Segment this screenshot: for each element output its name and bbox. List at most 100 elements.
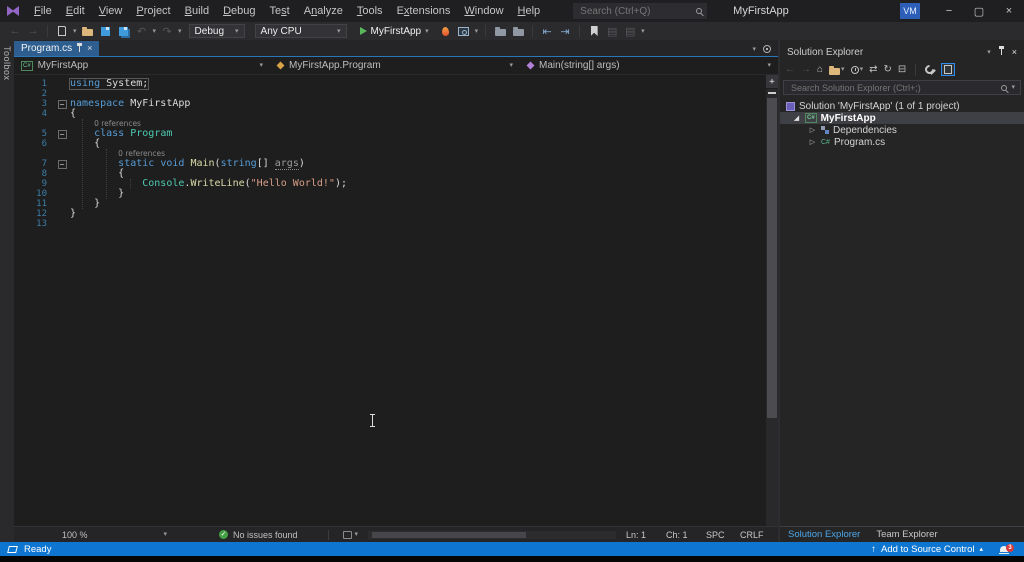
snapshot-dropdown-icon[interactable]: ▾ [475, 28, 479, 35]
solution-platform-dropdown[interactable]: Any CPU▾ [255, 24, 347, 38]
column-indicator[interactable]: Ch: 1 [666, 530, 706, 540]
pin-icon[interactable] [79, 46, 80, 52]
horizontal-scrollbar[interactable] [368, 531, 616, 539]
code-line[interactable]: 12} [14, 209, 778, 219]
scrollbar-thumb[interactable] [767, 98, 777, 418]
menu-file[interactable]: File [27, 5, 59, 17]
code-line[interactable]: 6 { [14, 139, 778, 149]
toolbox-tab[interactable]: Toolbox [2, 46, 12, 81]
line-indicator[interactable]: Ln: 1 [626, 530, 666, 540]
home-icon[interactable]: ⌂ [817, 65, 823, 75]
start-dropdown-icon[interactable]: ▾ [425, 28, 429, 35]
solution-search-box[interactable]: ▾ [783, 80, 1021, 95]
expander-collapsed-icon[interactable]: ▷ [808, 139, 817, 146]
sync-with-active-document-icon[interactable]: ⇄ [869, 65, 877, 75]
close-panel-icon[interactable]: × [1012, 48, 1017, 57]
snapshot-camera-icon[interactable] [457, 24, 471, 39]
tab-solution-explorer[interactable]: Solution Explorer [788, 529, 860, 540]
fold-collapse-icon[interactable]: − [54, 160, 70, 169]
menu-project[interactable]: Project [129, 5, 177, 17]
uncomment-icon[interactable]: ▤ [623, 24, 637, 39]
nav-member-dropdown[interactable]: Main(string[] args) ▾ [520, 57, 778, 74]
background-tasks-icon[interactable] [7, 546, 18, 553]
quick-search-input[interactable] [578, 5, 696, 18]
code-line[interactable]: 5− class Program [14, 129, 778, 139]
scrollbar-thumb[interactable] [372, 532, 526, 538]
add-to-source-control-button[interactable]: ↑ Add to Source Control ▴ [871, 544, 983, 555]
increase-indent-icon[interactable]: ⇥ [558, 24, 572, 39]
navigate-forward-icon[interactable]: → [26, 24, 40, 39]
restore-button[interactable]: ▢ [964, 0, 994, 22]
menu-edit[interactable]: Edit [59, 5, 92, 17]
nav-type-dropdown[interactable]: MyFirstApp.Program ▾ [270, 57, 520, 74]
bookmark-icon[interactable] [587, 24, 601, 39]
flame-icon[interactable] [439, 24, 453, 39]
code-line[interactable]: 7− static void Main(string[] args) [14, 159, 778, 169]
solution-configuration-dropdown[interactable]: Debug▾ [189, 24, 245, 38]
chevron-down-icon[interactable]: ▾ [1011, 84, 1015, 91]
menu-extensions[interactable]: Extensions [390, 5, 458, 17]
code-line[interactable]: 3−namespace MyFirstApp [14, 99, 778, 109]
user-avatar[interactable]: VM [900, 3, 920, 19]
code-line[interactable]: 4{ [14, 109, 778, 119]
new-file-icon[interactable] [55, 24, 69, 39]
solution-search-input[interactable] [789, 82, 997, 94]
nav-project-dropdown[interactable]: C# MyFirstApp ▾ [14, 57, 270, 74]
tab-team-explorer[interactable]: Team Explorer [876, 529, 937, 540]
expander-collapsed-icon[interactable]: ▷ [808, 127, 817, 134]
spaces-indicator[interactable]: SPC [706, 530, 740, 540]
minimize-button[interactable]: − [934, 0, 964, 22]
menu-test[interactable]: Test [263, 5, 297, 17]
menu-build[interactable]: Build [178, 5, 216, 17]
code-line[interactable]: 10 } [14, 189, 778, 199]
chevron-down-icon[interactable]: ▾ [355, 531, 359, 538]
navigate-backward-icon[interactable]: ← [8, 24, 22, 39]
forward-icon[interactable]: → [801, 65, 811, 75]
refresh-icon[interactable]: ↻ [883, 65, 891, 75]
notifications-bell-icon[interactable]: 3 [1000, 546, 1008, 552]
back-icon[interactable]: ← [785, 65, 795, 75]
quick-search-box[interactable] [573, 3, 707, 19]
toolbar-options-icon[interactable]: ▾ [641, 28, 645, 35]
immediate-window-icon[interactable] [511, 24, 525, 39]
fold-collapse-icon[interactable]: − [54, 130, 70, 139]
vertical-scrollbar[interactable] [766, 89, 778, 526]
expander-expanded-icon[interactable]: ◢ [792, 115, 801, 122]
pin-icon[interactable] [1001, 49, 1002, 55]
code-line[interactable]: 11 } [14, 199, 778, 209]
menu-window[interactable]: Window [457, 5, 510, 17]
tree-item-project[interactable]: ◢ C# MyFirstApp [780, 112, 1024, 124]
undo-dropdown-icon[interactable]: ▾ [153, 28, 157, 35]
decrease-indent-icon[interactable]: ⇤ [540, 24, 554, 39]
menu-analyze[interactable]: Analyze [297, 5, 350, 17]
code-line[interactable]: 9 Console.WriteLine("Hello World!"); [14, 179, 778, 189]
fold-collapse-icon[interactable]: − [54, 100, 70, 109]
properties-wrench-icon[interactable] [925, 65, 935, 75]
pending-changes-filter-icon[interactable]: ▾ [851, 66, 864, 74]
close-button[interactable]: × [994, 0, 1024, 22]
code-editor[interactable]: 1using System;23−namespace MyFirstApp4{ … [14, 75, 778, 526]
collapse-all-icon[interactable]: ⊟ [898, 65, 906, 75]
watch-window-icon[interactable] [493, 24, 507, 39]
tree-item-dependencies[interactable]: ▷ Dependencies [780, 124, 1024, 136]
menu-help[interactable]: Help [511, 5, 548, 17]
document-options-icon[interactable] [763, 45, 771, 53]
redo-icon[interactable]: ↷ [160, 24, 174, 39]
line-ending-indicator[interactable]: CRLF [740, 530, 770, 540]
code-line[interactable]: 1using System; [14, 79, 778, 89]
new-file-dropdown-icon[interactable]: ▾ [73, 28, 77, 35]
save-icon[interactable] [99, 24, 113, 39]
redo-dropdown-icon[interactable]: ▾ [178, 28, 182, 35]
comment-icon[interactable]: ▤ [605, 24, 619, 39]
split-window-button[interactable]: + [766, 75, 778, 88]
start-debugging-button[interactable]: MyFirstApp ▾ [360, 26, 429, 37]
tab-program-cs[interactable]: Program.cs × [14, 41, 99, 56]
tree-item-solution[interactable]: Solution 'MyFirstApp' (1 of 1 project) [780, 100, 1024, 112]
menu-tools[interactable]: Tools [350, 5, 390, 17]
switch-views-icon[interactable]: ▾ [829, 65, 845, 75]
menu-view[interactable]: View [92, 5, 130, 17]
undo-icon[interactable]: ↶ [135, 24, 149, 39]
save-all-icon[interactable] [117, 24, 131, 39]
zoom-level-dropdown[interactable]: 100 %▾ [62, 530, 167, 540]
tree-item-program-cs[interactable]: ▷ C# Program.cs [780, 136, 1024, 148]
